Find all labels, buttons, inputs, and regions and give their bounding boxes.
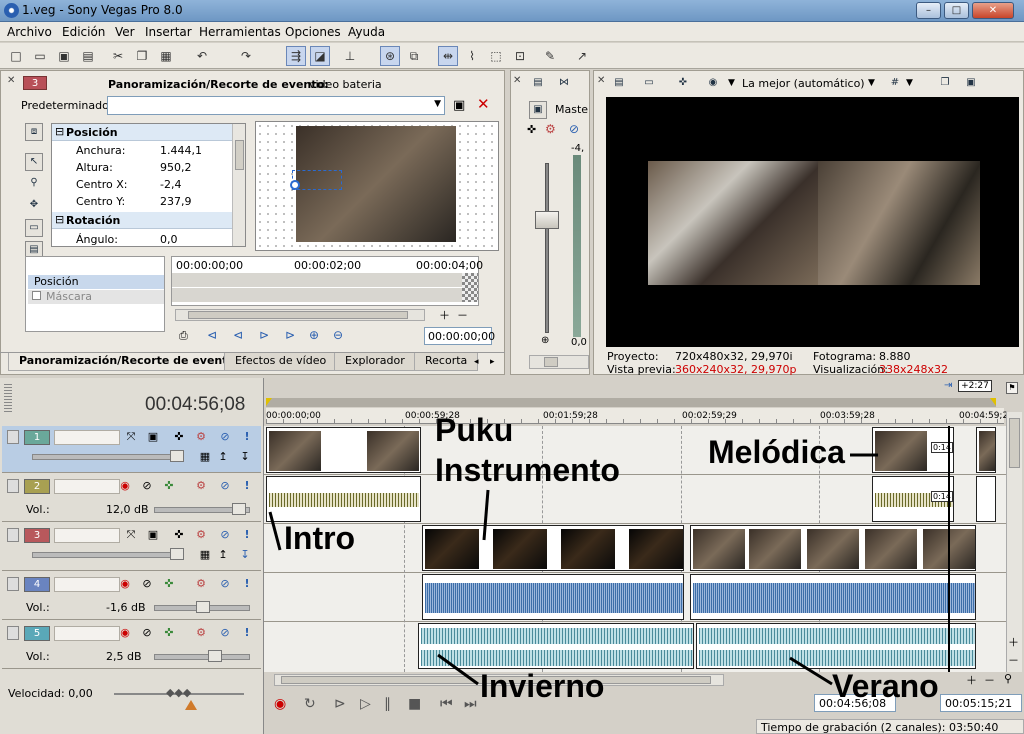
annotation-pointer-invierno xyxy=(437,653,479,686)
annotation-pointer-verano xyxy=(789,656,833,686)
annotation-lines xyxy=(268,453,878,686)
annotation-pointer-intro xyxy=(268,511,282,551)
annotation-pointer-instrumento xyxy=(482,489,490,541)
